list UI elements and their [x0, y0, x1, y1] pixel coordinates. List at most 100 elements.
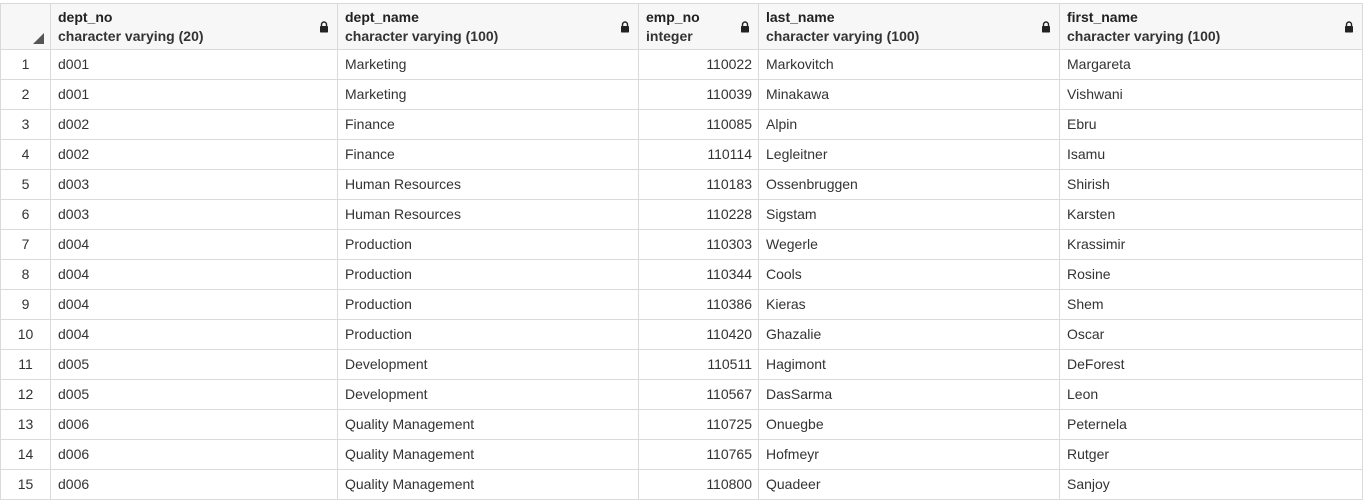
row-number[interactable]: 10 [0, 319, 51, 350]
table-row[interactable]: 12 d005 Development 110567 DasSarma Leon [0, 379, 1363, 410]
cell-dept-name[interactable]: Quality Management [337, 409, 639, 440]
cell-last-name[interactable]: Alpin [758, 109, 1060, 140]
cell-dept-no[interactable]: d002 [50, 139, 338, 170]
table-row[interactable]: 8 d004 Production 110344 Cools Rosine [0, 259, 1363, 290]
cell-dept-no[interactable]: d003 [50, 199, 338, 230]
cell-dept-no[interactable]: d003 [50, 169, 338, 200]
table-row[interactable]: 1 d001 Marketing 110022 Markovitch Margareta [0, 49, 1363, 80]
cell-first-name[interactable]: Rutger [1059, 439, 1363, 470]
cell-last-name[interactable]: Sigstam [758, 199, 1060, 230]
row-number[interactable]: 5 [0, 169, 51, 200]
cell-emp-no[interactable]: 110303 [638, 229, 759, 260]
cell-emp-no[interactable]: 110114 [638, 139, 759, 170]
cell-first-name[interactable]: Sanjoy [1059, 469, 1363, 500]
cell-dept-name[interactable]: Human Resources [337, 199, 639, 230]
row-number[interactable]: 7 [0, 229, 51, 260]
cell-last-name[interactable]: Hagimont [758, 349, 1060, 380]
cell-dept-no[interactable]: d001 [50, 79, 338, 110]
cell-last-name[interactable]: Quadeer [758, 469, 1060, 500]
cell-dept-no[interactable]: d001 [50, 49, 338, 80]
table-row[interactable]: 10 d004 Production 110420 Ghazalie Oscar [0, 319, 1363, 350]
cell-emp-no[interactable]: 110039 [638, 79, 759, 110]
cell-last-name[interactable]: DasSarma [758, 379, 1060, 410]
cell-dept-no[interactable]: d004 [50, 319, 338, 350]
cell-dept-name[interactable]: Development [337, 349, 639, 380]
cell-first-name[interactable]: Peternela [1059, 409, 1363, 440]
cell-dept-name[interactable]: Quality Management [337, 439, 639, 470]
cell-emp-no[interactable]: 110085 [638, 109, 759, 140]
cell-emp-no[interactable]: 110567 [638, 379, 759, 410]
cell-dept-no[interactable]: d005 [50, 379, 338, 410]
column-header-emp-no[interactable]: emp_no integer [638, 3, 759, 50]
row-number[interactable]: 9 [0, 289, 51, 320]
table-row[interactable]: 5 d003 Human Resources 110183 Ossenbruggen Sh… [0, 169, 1363, 200]
cell-first-name[interactable]: Ebru [1059, 109, 1363, 140]
row-number[interactable]: 8 [0, 259, 51, 290]
cell-dept-no[interactable]: d004 [50, 289, 338, 320]
select-all-corner[interactable] [0, 3, 51, 50]
table-row[interactable]: 11 d005 Development 110511 Hagimont DeForest [0, 349, 1363, 380]
cell-dept-name[interactable]: Quality Management [337, 469, 639, 500]
row-number[interactable]: 6 [0, 199, 51, 230]
cell-first-name[interactable]: Karsten [1059, 199, 1363, 230]
cell-first-name[interactable]: Krassimir [1059, 229, 1363, 260]
table-row[interactable]: 6 d003 Human Resources 110228 Sigstam Karsten [0, 199, 1363, 230]
table-row[interactable]: 3 d002 Finance 110085 Alpin Ebru [0, 109, 1363, 140]
cell-dept-name[interactable]: Production [337, 319, 639, 350]
cell-emp-no[interactable]: 110344 [638, 259, 759, 290]
cell-emp-no[interactable]: 110800 [638, 469, 759, 500]
cell-dept-name[interactable]: Marketing [337, 79, 639, 110]
column-header-dept-name[interactable]: dept_name character varying (100) [337, 3, 639, 50]
cell-dept-no[interactable]: d004 [50, 229, 338, 260]
cell-first-name[interactable]: Rosine [1059, 259, 1363, 290]
cell-last-name[interactable]: Onuegbe [758, 409, 1060, 440]
table-row[interactable]: 7 d004 Production 110303 Wegerle Krassimir [0, 229, 1363, 260]
cell-emp-no[interactable]: 110725 [638, 409, 759, 440]
cell-emp-no[interactable]: 110022 [638, 49, 759, 80]
row-number[interactable]: 13 [0, 409, 51, 440]
cell-first-name[interactable]: Leon [1059, 379, 1363, 410]
cell-first-name[interactable]: Vishwani [1059, 79, 1363, 110]
cell-dept-name[interactable]: Production [337, 229, 639, 260]
row-number[interactable]: 12 [0, 379, 51, 410]
row-number[interactable]: 14 [0, 439, 51, 470]
cell-dept-name[interactable]: Production [337, 259, 639, 290]
row-number[interactable]: 2 [0, 79, 51, 110]
cell-last-name[interactable]: Cools [758, 259, 1060, 290]
cell-emp-no[interactable]: 110386 [638, 289, 759, 320]
cell-dept-no[interactable]: d004 [50, 259, 338, 290]
cell-first-name[interactable]: Shem [1059, 289, 1363, 320]
cell-dept-no[interactable]: d005 [50, 349, 338, 380]
cell-last-name[interactable]: Kieras [758, 289, 1060, 320]
row-number[interactable]: 4 [0, 139, 51, 170]
cell-emp-no[interactable]: 110228 [638, 199, 759, 230]
cell-dept-name[interactable]: Marketing [337, 49, 639, 80]
cell-dept-no[interactable]: d006 [50, 469, 338, 500]
cell-emp-no[interactable]: 110511 [638, 349, 759, 380]
cell-emp-no[interactable]: 110183 [638, 169, 759, 200]
table-row[interactable]: 4 d002 Finance 110114 Legleitner Isamu [0, 139, 1363, 170]
cell-dept-no[interactable]: d002 [50, 109, 338, 140]
cell-last-name[interactable]: Wegerle [758, 229, 1060, 260]
column-header-last-name[interactable]: last_name character varying (100) [758, 3, 1060, 50]
cell-last-name[interactable]: Hofmeyr [758, 439, 1060, 470]
select-all-corner-icon[interactable] [33, 33, 44, 44]
row-number[interactable]: 3 [0, 109, 51, 140]
cell-dept-name[interactable]: Finance [337, 109, 639, 140]
cell-dept-name[interactable]: Finance [337, 139, 639, 170]
row-number[interactable]: 1 [0, 49, 51, 80]
cell-first-name[interactable]: DeForest [1059, 349, 1363, 380]
cell-first-name[interactable]: Oscar [1059, 319, 1363, 350]
row-number[interactable]: 15 [0, 469, 51, 500]
table-row[interactable]: 13 d006 Quality Management 110725 Onuegbe Pet… [0, 409, 1363, 440]
cell-last-name[interactable]: Ossenbruggen [758, 169, 1060, 200]
cell-last-name[interactable]: Minakawa [758, 79, 1060, 110]
table-row[interactable]: 14 d006 Quality Management 110765 Hofmeyr Rut… [0, 439, 1363, 470]
cell-dept-name[interactable]: Human Resources [337, 169, 639, 200]
column-header-first-name[interactable]: first_name character varying (100) [1059, 3, 1363, 50]
table-row[interactable]: 15 d006 Quality Management 110800 Quadeer San… [0, 469, 1363, 500]
table-row[interactable]: 2 d001 Marketing 110039 Minakawa Vishwani [0, 79, 1363, 110]
cell-first-name[interactable]: Isamu [1059, 139, 1363, 170]
cell-dept-name[interactable]: Development [337, 379, 639, 410]
table-row[interactable]: 9 d004 Production 110386 Kieras Shem [0, 289, 1363, 320]
